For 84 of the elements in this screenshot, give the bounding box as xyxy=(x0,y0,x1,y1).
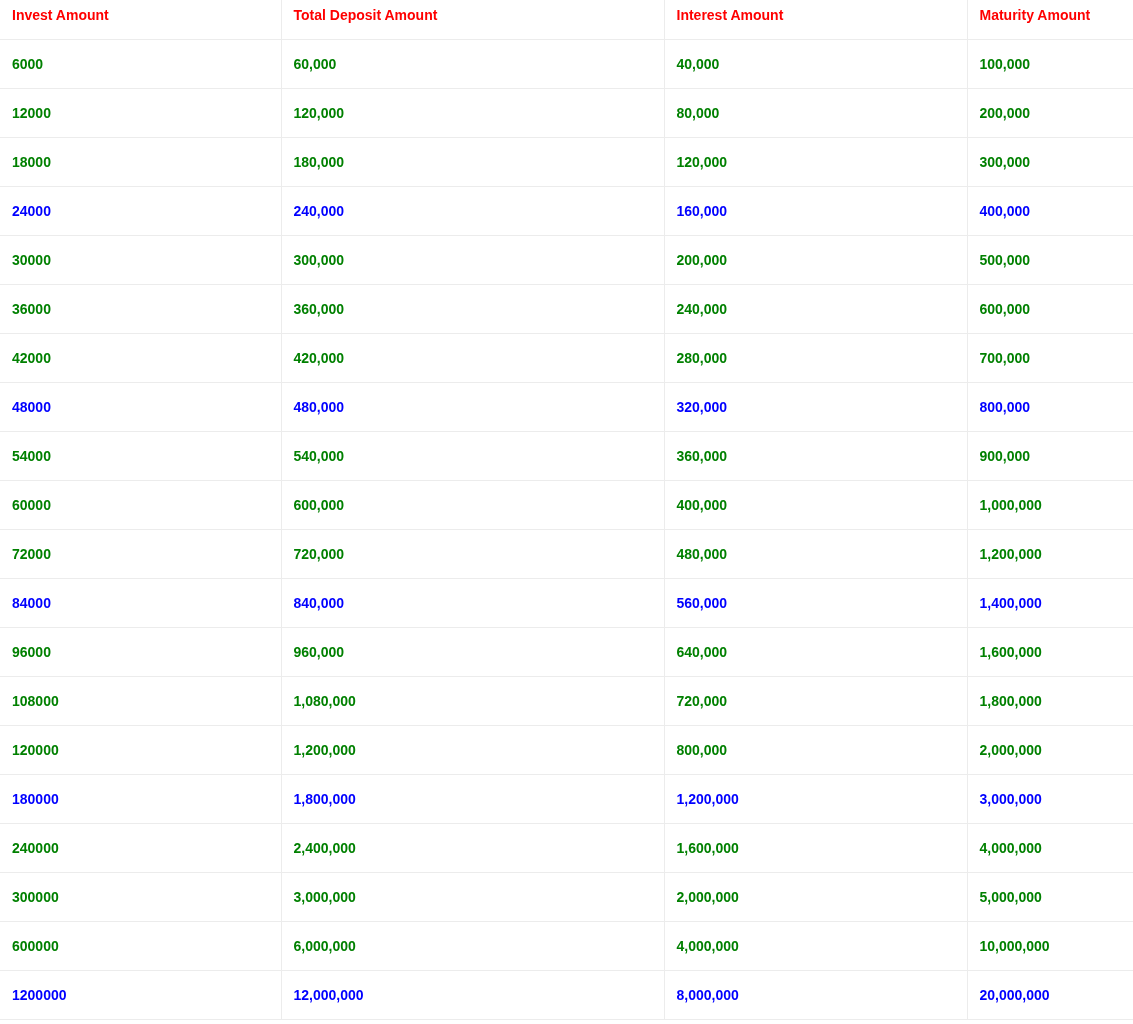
table-cell: 1,800,000 xyxy=(967,676,1133,725)
table-cell: 6000 xyxy=(0,39,281,88)
table-cell: 300000 xyxy=(0,872,281,921)
table-cell: 900,000 xyxy=(967,431,1133,480)
table-cell: 4,000,000 xyxy=(967,823,1133,872)
table-cell: 400,000 xyxy=(664,480,967,529)
table-cell: 160,000 xyxy=(664,186,967,235)
table-cell: 560,000 xyxy=(664,578,967,627)
table-cell: 1200000 xyxy=(0,970,281,1019)
table-cell: 720,000 xyxy=(664,676,967,725)
table-cell: 240,000 xyxy=(664,284,967,333)
table-cell: 120,000 xyxy=(664,137,967,186)
table-cell: 360,000 xyxy=(664,431,967,480)
table-cell: 80,000 xyxy=(664,88,967,137)
column-header: Invest Amount xyxy=(0,0,281,39)
table-cell: 200,000 xyxy=(664,235,967,284)
table-cell: 200,000 xyxy=(967,88,1133,137)
column-header: Total Deposit Amount xyxy=(281,0,664,39)
table-cell: 72000 xyxy=(0,529,281,578)
table-cell: 480,000 xyxy=(664,529,967,578)
table-cell: 30000 xyxy=(0,235,281,284)
table-cell: 400,000 xyxy=(967,186,1133,235)
column-header: Maturity Amount xyxy=(967,0,1133,39)
table-cell: 1,200,000 xyxy=(281,725,664,774)
table-cell: 24000 xyxy=(0,186,281,235)
table-cell: 640,000 xyxy=(664,627,967,676)
table-cell: 54000 xyxy=(0,431,281,480)
table-cell: 48000 xyxy=(0,382,281,431)
table-cell: 600,000 xyxy=(281,480,664,529)
table-cell: 3,000,000 xyxy=(967,774,1133,823)
table-cell: 180,000 xyxy=(281,137,664,186)
table-cell: 40,000 xyxy=(664,39,967,88)
table-cell: 60,000 xyxy=(281,39,664,88)
table-cell: 480,000 xyxy=(281,382,664,431)
table-cell: 8,000,000 xyxy=(664,970,967,1019)
table-cell: 42000 xyxy=(0,333,281,382)
table-cell: 300,000 xyxy=(967,137,1133,186)
table-cell: 2,000,000 xyxy=(967,725,1133,774)
table-cell: 18000 xyxy=(0,137,281,186)
table-cell: 1,600,000 xyxy=(664,823,967,872)
table-cell: 1,200,000 xyxy=(664,774,967,823)
table-cell: 10,000,000 xyxy=(967,921,1133,970)
table-cell: 1,400,000 xyxy=(967,578,1133,627)
table-cell: 2,000,000 xyxy=(664,872,967,921)
column-header: Interest Amount xyxy=(664,0,967,39)
table-cell: 100,000 xyxy=(967,39,1133,88)
table-cell: 800,000 xyxy=(664,725,967,774)
table-cell: 420,000 xyxy=(281,333,664,382)
table-cell: 5,000,000 xyxy=(967,872,1133,921)
table-cell: 360,000 xyxy=(281,284,664,333)
table-cell: 4,000,000 xyxy=(664,921,967,970)
table-cell: 3,000,000 xyxy=(281,872,664,921)
table-cell: 12000 xyxy=(0,88,281,137)
table-cell: 84000 xyxy=(0,578,281,627)
table-cell: 300,000 xyxy=(281,235,664,284)
table-cell: 60000 xyxy=(0,480,281,529)
table-cell: 6,000,000 xyxy=(281,921,664,970)
table-cell: 700,000 xyxy=(967,333,1133,382)
table-cell: 600000 xyxy=(0,921,281,970)
table-cell: 120,000 xyxy=(281,88,664,137)
table-cell: 180000 xyxy=(0,774,281,823)
table-cell: 96000 xyxy=(0,627,281,676)
table-cell: 600,000 xyxy=(967,284,1133,333)
table-cell: 240,000 xyxy=(281,186,664,235)
table-cell: 1,080,000 xyxy=(281,676,664,725)
table-cell: 36000 xyxy=(0,284,281,333)
table-cell: 540,000 xyxy=(281,431,664,480)
table-cell: 120000 xyxy=(0,725,281,774)
table-cell: 240000 xyxy=(0,823,281,872)
table-cell: 280,000 xyxy=(664,333,967,382)
table-cell: 12,000,000 xyxy=(281,970,664,1019)
table-cell: 720,000 xyxy=(281,529,664,578)
table-cell: 840,000 xyxy=(281,578,664,627)
table-cell: 1,600,000 xyxy=(967,627,1133,676)
table-cell: 1,800,000 xyxy=(281,774,664,823)
table-cell: 108000 xyxy=(0,676,281,725)
table-cell: 500,000 xyxy=(967,235,1133,284)
table-cell: 1,000,000 xyxy=(967,480,1133,529)
table-cell: 2,400,000 xyxy=(281,823,664,872)
table-cell: 1,200,000 xyxy=(967,529,1133,578)
table-cell: 960,000 xyxy=(281,627,664,676)
table-cell: 20,000,000 xyxy=(967,970,1133,1019)
table-cell: 320,000 xyxy=(664,382,967,431)
table-cell: 800,000 xyxy=(967,382,1133,431)
